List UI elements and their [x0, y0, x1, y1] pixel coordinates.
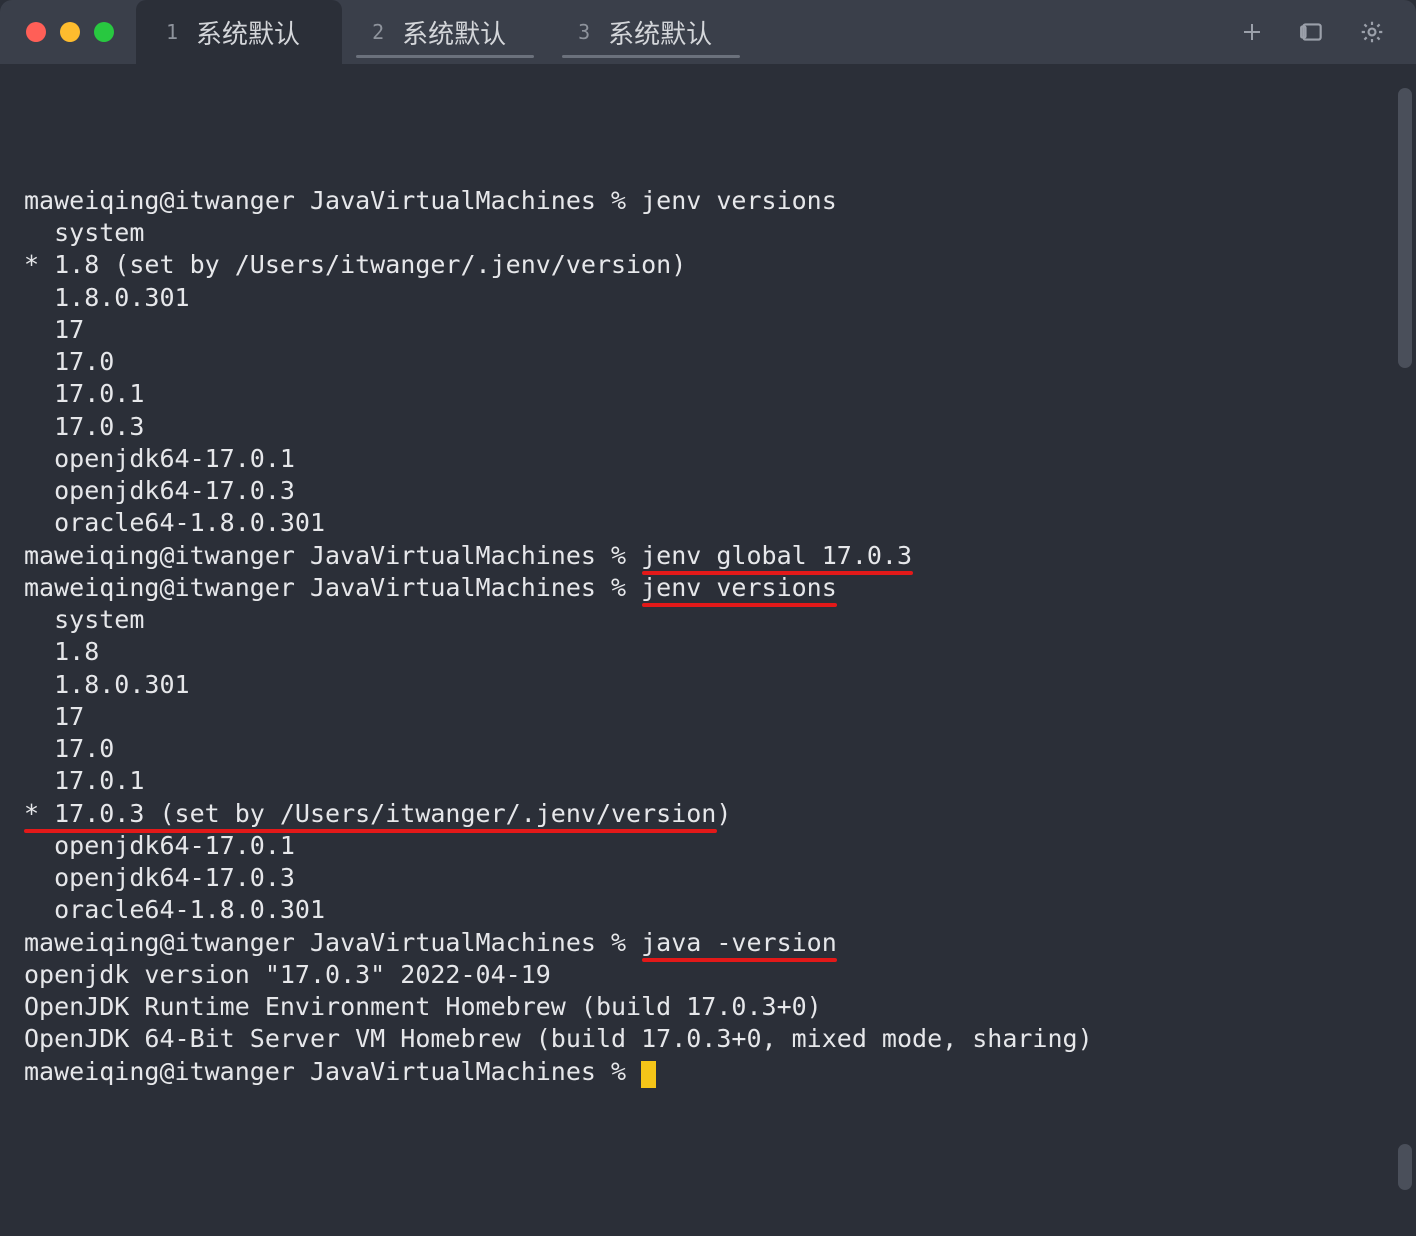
- tab-underline: [562, 55, 740, 58]
- terminal-line: openjdk64-17.0.1: [24, 830, 1392, 862]
- window-controls: [0, 0, 136, 64]
- terminal-line: 1.8.0.301: [24, 669, 1392, 701]
- tab-number: 2: [372, 20, 384, 44]
- cursor: [641, 1061, 656, 1088]
- panels-icon[interactable]: [1298, 18, 1326, 46]
- terminal-line: maweiqing@itwanger JavaVirtualMachines %…: [24, 572, 1392, 604]
- titlebar-actions: [1218, 0, 1416, 64]
- tab-underline: [356, 55, 534, 58]
- terminal-line: system: [24, 604, 1392, 636]
- tab-label: 系统默认: [608, 14, 712, 51]
- tab-3[interactable]: 3 系统默认: [548, 0, 754, 64]
- terminal-line: maweiqing@itwanger JavaVirtualMachines %…: [24, 185, 1392, 217]
- terminal-line: OpenJDK 64-Bit Server VM Homebrew (build…: [24, 1023, 1392, 1055]
- terminal-line: 17.0: [24, 733, 1392, 765]
- scrollbar-thumb[interactable]: [1398, 1144, 1412, 1190]
- terminal-line: openjdk64-17.0.3: [24, 475, 1392, 507]
- terminal-line: openjdk version "17.0.3" 2022-04-19: [24, 959, 1392, 991]
- terminal-line: * 1.8 (set by /Users/itwanger/.jenv/vers…: [24, 249, 1392, 281]
- minimize-window-button[interactable]: [60, 22, 80, 42]
- terminal-line: 17.0.3: [24, 411, 1392, 443]
- terminal-line: openjdk64-17.0.1: [24, 443, 1392, 475]
- terminal-line: 17: [24, 314, 1392, 346]
- terminal-line: 17: [24, 701, 1392, 733]
- tab-number: 1: [166, 20, 178, 44]
- terminal-line: 17.0.1: [24, 378, 1392, 410]
- terminal-line: maweiqing@itwanger JavaVirtualMachines %…: [24, 927, 1392, 959]
- tab-number: 3: [578, 20, 590, 44]
- terminal-line: maweiqing@itwanger JavaVirtualMachines %…: [24, 540, 1392, 572]
- terminal-line: 17.0.1: [24, 765, 1392, 797]
- tab-label: 系统默认: [402, 14, 506, 51]
- titlebar: 1 系统默认 2 系统默认 3 系统默认: [0, 0, 1416, 64]
- terminal-line: 1.8.0.301: [24, 282, 1392, 314]
- plus-icon[interactable]: [1238, 18, 1266, 46]
- terminal-line: 1.8: [24, 636, 1392, 668]
- terminal-line: oracle64-1.8.0.301: [24, 507, 1392, 539]
- scrollbar-thumb[interactable]: [1398, 88, 1412, 368]
- terminal-line: openjdk64-17.0.3: [24, 862, 1392, 894]
- terminal-line: * 17.0.3 (set by /Users/itwanger/.jenv/v…: [24, 798, 1392, 830]
- terminal-line: system: [24, 217, 1392, 249]
- terminal-line: oracle64-1.8.0.301: [24, 894, 1392, 926]
- fullscreen-window-button[interactable]: [94, 22, 114, 42]
- gear-icon[interactable]: [1358, 18, 1386, 46]
- tab-2[interactable]: 2 系统默认: [342, 0, 548, 64]
- terminal-line: 17.0: [24, 346, 1392, 378]
- tab-1[interactable]: 1 系统默认: [136, 0, 342, 64]
- terminal-line: maweiqing@itwanger JavaVirtualMachines %: [24, 1056, 1392, 1088]
- tab-strip: 1 系统默认 2 系统默认 3 系统默认: [136, 0, 1218, 64]
- tab-label: 系统默认: [196, 14, 300, 51]
- terminal-line: OpenJDK Runtime Environment Homebrew (bu…: [24, 991, 1392, 1023]
- terminal-viewport[interactable]: maweiqing@itwanger JavaVirtualMachines %…: [0, 64, 1416, 1236]
- close-window-button[interactable]: [26, 22, 46, 42]
